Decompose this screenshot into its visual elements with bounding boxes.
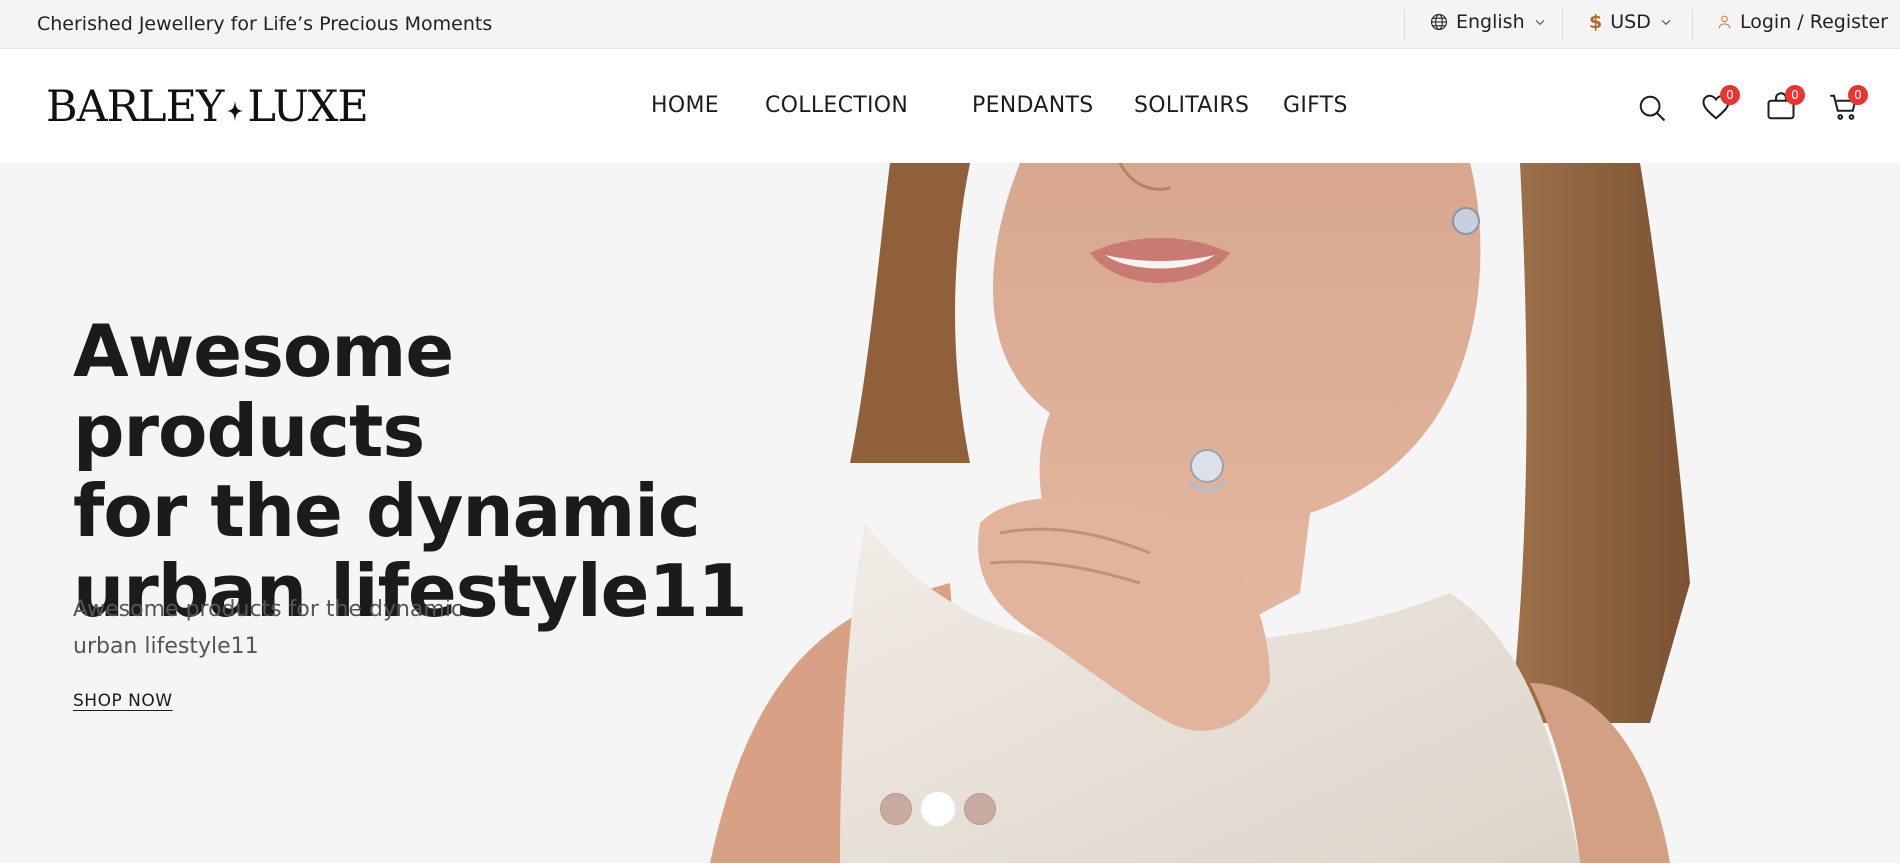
nav-pendants[interactable]: PENDANTS (972, 93, 1094, 118)
wishlist-count-badge: 0 (1720, 85, 1740, 105)
search-icon (1637, 95, 1667, 127)
hero-banner: Awesome products for the dynamic urban l… (0, 163, 1900, 863)
currency-label: USD (1610, 11, 1651, 33)
hero-subtitle: Awesome products for the dynamic urban l… (73, 597, 464, 659)
search-button[interactable] (1637, 93, 1667, 127)
tagline: Cherished Jewellery for Life’s Precious … (37, 13, 493, 35)
hero-title-line-2: for the dynamic (73, 469, 701, 553)
nav-solitairs[interactable]: SOLITAIRS (1134, 93, 1249, 118)
nav-home[interactable]: HOME (651, 93, 719, 118)
language-selector[interactable]: English (1430, 11, 1547, 33)
nav-collection[interactable]: COLLECTION (765, 93, 908, 118)
slide-dot-1[interactable] (880, 793, 912, 825)
slide-dot-3[interactable] (964, 793, 996, 825)
cart-button[interactable]: 0 (1829, 85, 1868, 126)
chevron-down-icon (1659, 15, 1673, 29)
divider (1692, 9, 1693, 40)
login-register-link[interactable]: Login / Register (1717, 11, 1888, 33)
chevron-down-icon (1533, 15, 1547, 29)
logo-text-left: BARLEY (46, 82, 224, 132)
divider (1562, 9, 1563, 40)
divider (1404, 9, 1405, 40)
slider-pagination (880, 791, 996, 827)
shop-now-link[interactable]: SHOP NOW (73, 691, 173, 711)
sparkle-icon (227, 82, 244, 132)
hero-model-image (650, 163, 1840, 863)
logo-text-right: LUXE (247, 82, 368, 132)
compare-count-badge: 0 (1785, 85, 1805, 105)
hero-title: Awesome products for the dynamic urban l… (73, 311, 793, 631)
hero-title-line-1: Awesome products (73, 309, 454, 473)
wishlist-button[interactable]: 0 (1701, 85, 1740, 126)
heart-icon (1701, 94, 1731, 126)
cart-count-badge: 0 (1848, 85, 1868, 105)
dollar-icon: $ (1589, 11, 1603, 33)
cart-icon (1829, 94, 1859, 126)
user-icon (1717, 14, 1732, 30)
globe-icon (1430, 13, 1448, 31)
currency-selector[interactable]: $ USD (1589, 11, 1673, 33)
login-label: Login / Register (1740, 11, 1888, 33)
language-label: English (1456, 11, 1525, 33)
divider (0, 863, 1900, 867)
bag-icon (1766, 92, 1796, 126)
compare-button[interactable]: 0 (1766, 85, 1805, 126)
brand-logo[interactable]: BARLEY LUXE (46, 82, 369, 132)
announcement-bar: Cherished Jewellery for Life’s Precious … (0, 0, 1900, 49)
nav-gifts[interactable]: GIFTS (1283, 93, 1348, 118)
slide-dot-2[interactable] (920, 791, 956, 827)
main-header: BARLEY LUXE HOME COLLECTION PENDANTS SOL… (0, 49, 1900, 163)
